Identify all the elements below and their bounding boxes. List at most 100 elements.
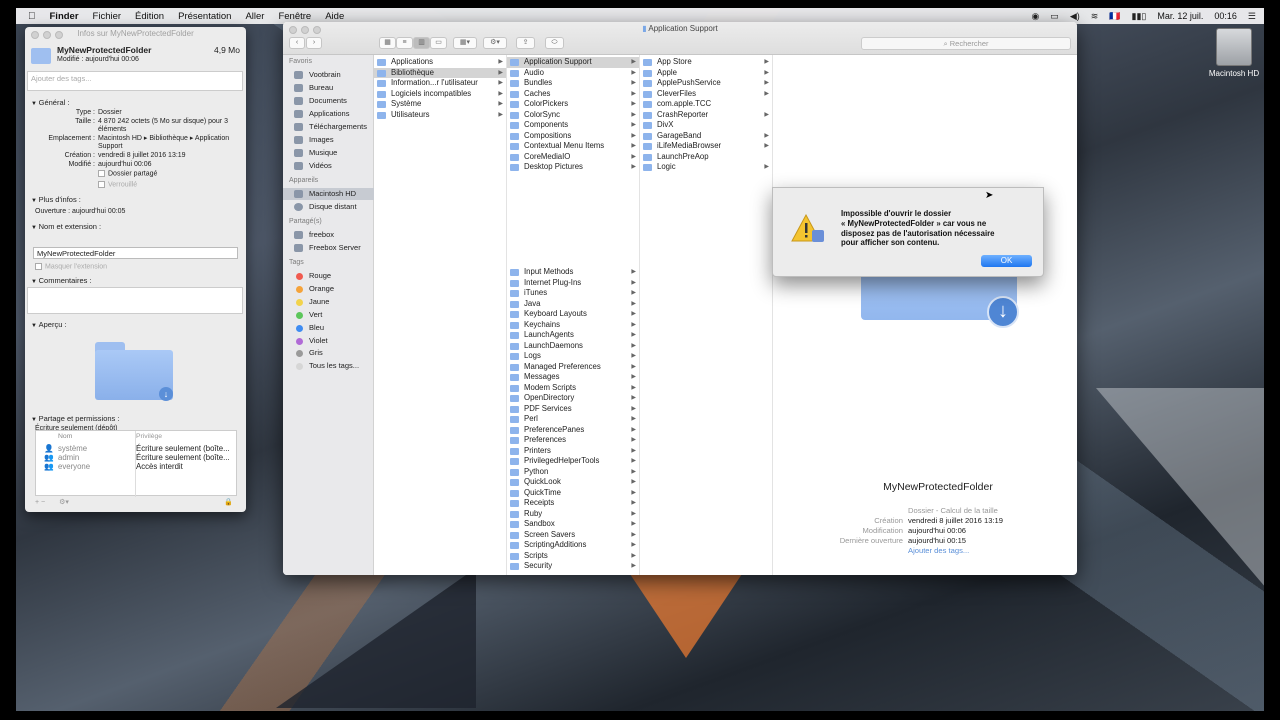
list-item[interactable]: Input Methods ▶: [507, 267, 639, 278]
list-item[interactable]: com.apple.TCC: [640, 99, 772, 110]
list-item[interactable]: Internet Plug-Ins ▶: [507, 278, 639, 289]
list-item[interactable]: Information...r l'utilisateur ▶: [374, 78, 506, 89]
menu-time[interactable]: 00:16: [1214, 11, 1237, 21]
list-item[interactable]: PrivilegedHelperTools ▶: [507, 456, 639, 467]
gear-icon[interactable]: ⚙▾: [59, 499, 69, 506]
menu-finder[interactable]: Finder: [50, 11, 79, 22]
list-view-button[interactable]: ≡: [396, 37, 413, 49]
menu-presentation[interactable]: Présentation: [178, 11, 231, 22]
list-item[interactable]: iLifeMediaBrowser ▶: [640, 141, 772, 152]
shared-checkbox[interactable]: Dossier partagé: [98, 170, 238, 178]
list-item[interactable]: LaunchPreAop: [640, 152, 772, 163]
list-item[interactable]: Java ▶: [507, 299, 639, 310]
desktop-disk[interactable]: Macintosh HD: [1204, 28, 1264, 78]
list-item[interactable]: Applications ▶: [374, 57, 506, 68]
list-item[interactable]: Screen Savers ▶: [507, 530, 639, 541]
sidebar-item-music[interactable]: Musique: [283, 147, 374, 159]
ok-button[interactable]: OK: [981, 255, 1032, 267]
list-item[interactable]: LaunchDaemons ▶: [507, 341, 639, 352]
list-item[interactable]: Audio ▶: [507, 68, 639, 79]
list-item[interactable]: Logic ▶: [640, 162, 772, 173]
list-item[interactable]: Receipts ▶: [507, 498, 639, 509]
list-item[interactable]: PreferencePanes ▶: [507, 425, 639, 436]
apple-icon[interactable]: : [28, 11, 36, 22]
sidebar-tag[interactable]: Jaune: [283, 296, 374, 308]
section-comments[interactable]: Commentaires :: [31, 276, 92, 285]
menu-edition[interactable]: Édition: [135, 11, 164, 22]
remove-icon[interactable]: −: [41, 499, 45, 506]
menu-aide[interactable]: Aide: [325, 11, 344, 22]
airplay-icon[interactable]: ▭: [1050, 11, 1059, 22]
col-name[interactable]: Nom: [58, 433, 72, 440]
list-item[interactable]: Contextual Menu Items ▶: [507, 141, 639, 152]
sidebar-item-bureau[interactable]: Bureau: [283, 82, 374, 94]
list-icon[interactable]: ☰: [1248, 11, 1256, 22]
sidebar-item-freebox[interactable]: freebox: [283, 229, 374, 241]
table-row[interactable]: 👤 système Écriture seulement (boîte...: [36, 444, 236, 453]
list-item[interactable]: ColorSync ▶: [507, 110, 639, 121]
sidebar-tag[interactable]: Vert: [283, 309, 374, 321]
forward-button[interactable]: ›: [306, 37, 322, 49]
column-view-button[interactable]: ▥: [413, 37, 430, 49]
record-icon[interactable]: ◉: [1031, 11, 1039, 22]
list-item[interactable]: Components ▶: [507, 120, 639, 131]
menu-date[interactable]: Mar. 12 juil.: [1157, 11, 1203, 21]
sidebar-tag[interactable]: Violet: [283, 335, 374, 347]
sidebar-item-documents[interactable]: Documents: [283, 95, 374, 107]
battery-icon[interactable]: ▮▮▯: [1132, 11, 1147, 22]
list-item[interactable]: Scripts ▶: [507, 551, 639, 562]
list-item[interactable]: PDF Services ▶: [507, 404, 639, 415]
section-permissions[interactable]: Partage et permissions :: [31, 414, 120, 423]
list-item[interactable]: App Store ▶: [640, 57, 772, 68]
list-item[interactable]: CoreMediaIO ▶: [507, 152, 639, 163]
list-item[interactable]: ColorPickers ▶: [507, 99, 639, 110]
list-item[interactable]: Desktop Pictures ▶: [507, 162, 639, 173]
list-item[interactable]: Python ▶: [507, 467, 639, 478]
list-item[interactable]: Perl ▶: [507, 414, 639, 425]
list-item[interactable]: Utilisateurs ▶: [374, 110, 506, 121]
list-item[interactable]: CleverFiles ▶: [640, 89, 772, 100]
icon-view-button[interactable]: ▦: [379, 37, 396, 49]
sidebar-item-videos[interactable]: Vidéos: [283, 160, 374, 172]
arrange-button[interactable]: ▦▾: [453, 37, 477, 49]
sidebar-item-freebox-server[interactable]: Freebox Server: [283, 242, 374, 254]
list-item[interactable]: GarageBand ▶: [640, 131, 772, 142]
list-item[interactable]: Compositions ▶: [507, 131, 639, 142]
list-item[interactable]: Bundles ▶: [507, 78, 639, 89]
add-icon[interactable]: +: [35, 499, 39, 506]
action-gear-icon[interactable]: ⚙▾: [483, 37, 507, 49]
list-item[interactable]: Système ▶: [374, 99, 506, 110]
section-general[interactable]: Général :: [31, 98, 70, 107]
list-item[interactable]: Sandbox ▶: [507, 519, 639, 530]
sidebar-tag[interactable]: Tous les tags...: [283, 360, 374, 372]
comments-field[interactable]: [27, 287, 243, 314]
list-item[interactable]: Security ▶: [507, 561, 639, 572]
search-input[interactable]: ⌕ Rechercher: [861, 37, 1071, 50]
volume-icon[interactable]: ◀): [1070, 11, 1080, 22]
cover-flow-button[interactable]: ▭: [430, 37, 447, 49]
col-privilege[interactable]: Privilège: [136, 433, 162, 440]
list-item[interactable]: QuickLook ▶: [507, 477, 639, 488]
sidebar-tag[interactable]: Orange: [283, 283, 374, 295]
list-item[interactable]: Caches ▶: [507, 89, 639, 100]
list-item[interactable]: CrashReporter ▶: [640, 110, 772, 121]
list-item[interactable]: Messages ▶: [507, 372, 639, 383]
list-item[interactable]: DivX: [640, 120, 772, 131]
list-item[interactable]: Ruby ▶: [507, 509, 639, 520]
list-item[interactable]: Logiciels incompatibles ▶: [374, 89, 506, 100]
sidebar-item-macintosh-hd[interactable]: Macintosh HD: [283, 188, 374, 200]
menu-fichier[interactable]: Fichier: [93, 11, 122, 22]
list-item[interactable]: LaunchAgents ▶: [507, 330, 639, 341]
perm-priv[interactable]: Accès interdit: [136, 462, 183, 473]
list-item[interactable]: Logs ▶: [507, 351, 639, 362]
lock-icon[interactable]: 🔒: [224, 498, 233, 506]
list-item[interactable]: Bibliothèque ▶: [374, 67, 506, 78]
list-item[interactable]: Apple ▶: [640, 68, 772, 79]
section-more-info[interactable]: Plus d'infos :: [31, 195, 81, 204]
list-item[interactable]: Managed Preferences ▶: [507, 362, 639, 373]
back-button[interactable]: ‹: [289, 37, 305, 49]
list-item[interactable]: Keychains ▶: [507, 320, 639, 331]
table-row[interactable]: 👥 everyone Accès interdit: [36, 462, 236, 471]
list-item[interactable]: ScriptingAdditions ▶: [507, 540, 639, 551]
flag-icon[interactable]: 🇫🇷: [1109, 11, 1120, 22]
